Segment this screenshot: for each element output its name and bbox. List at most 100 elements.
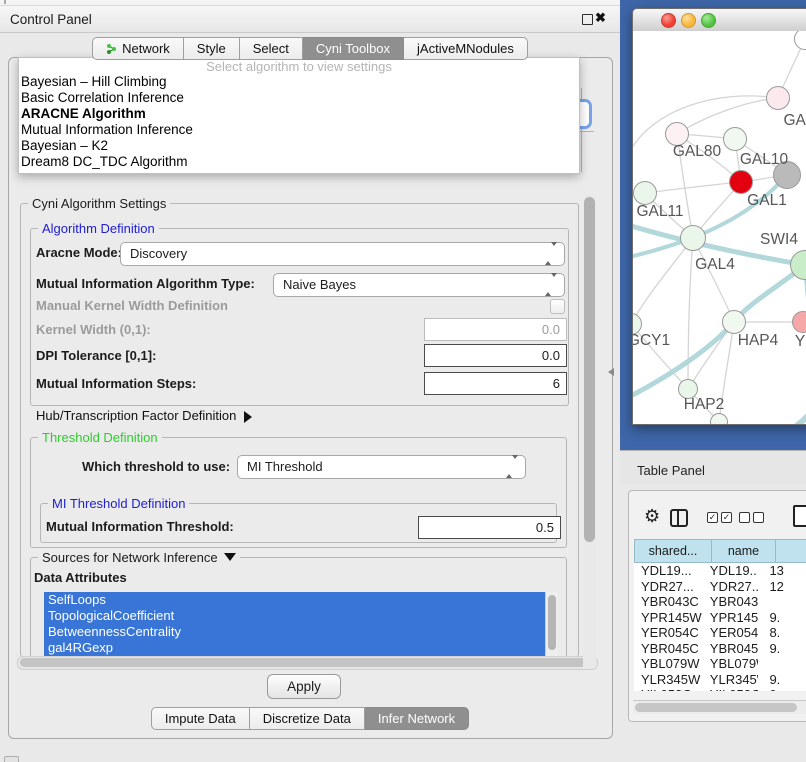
tab-label: Discretize Data <box>263 708 351 729</box>
column-header-extra[interactable] <box>775 539 806 563</box>
table-header-row: shared... name <box>634 539 806 563</box>
attribute-item[interactable]: SelfLoops <box>44 592 545 608</box>
table-row[interactable]: YBR045CYBR045C9. <box>634 641 806 657</box>
gear-icon[interactable]: ⚙ <box>644 507 660 525</box>
toolbar-tick <box>4 0 6 4</box>
close-traffic-light[interactable] <box>661 13 676 28</box>
tab-network[interactable]: Network <box>92 37 184 60</box>
algorithm-option-mutual-information-inference[interactable]: Mutual Information Inference <box>19 122 579 138</box>
attribute-item[interactable]: TopologicalCoefficient <box>44 608 545 624</box>
attributes-scrollbar[interactable] <box>545 592 558 656</box>
stepper-icon <box>506 456 518 478</box>
attribute-item[interactable]: gal4RGexp <box>44 640 545 656</box>
scrollbar-thumb[interactable] <box>548 595 556 650</box>
node-label: GAL <box>783 112 806 130</box>
hub-definition-expander[interactable]: Hub/Transcription Factor Definition <box>36 408 258 423</box>
close-icon[interactable]: ✖ <box>595 10 606 26</box>
tab-style[interactable]: Style <box>184 37 240 60</box>
table-panel-titlebar: Table Panel <box>620 450 806 485</box>
mi-steps-label: Mutual Information Steps: <box>36 376 196 391</box>
algorithm-option-bayesian-k2[interactable]: Bayesian – K2 <box>19 138 579 154</box>
triangle-down-icon[interactable] <box>224 553 236 567</box>
data-attributes-label: Data Attributes <box>34 570 127 585</box>
aracne-mode-select[interactable]: Discovery <box>120 242 565 266</box>
algorithm-option-bayesian-hill-climbing[interactable]: Bayesian – Hill Climbing <box>19 74 579 90</box>
table-cell: YBR043C <box>634 594 702 610</box>
tab-jactivemnodules[interactable]: jActiveMNodules <box>404 37 528 60</box>
scrollbar-thumb[interactable] <box>584 197 595 542</box>
minimize-traffic-light[interactable] <box>681 13 696 28</box>
network-node-gal11[interactable] <box>633 181 657 205</box>
tab-cyni-toolbox[interactable]: Cyni Toolbox <box>303 37 404 60</box>
mi-steps-field[interactable]: 6 <box>424 372 567 395</box>
mi-threshold-label: Mutual Information Threshold: <box>46 519 234 534</box>
minimized-panel-icon[interactable] <box>4 756 19 762</box>
columns-icon[interactable] <box>670 509 688 527</box>
network-canvas[interactable]: GALGAL80GAL10GAL1GAL11GAL4SWI4GCY1HAP4YH… <box>633 31 806 424</box>
table-cell: 13 <box>758 563 806 579</box>
table-row[interactable]: YBR043CYBR043C <box>634 594 806 610</box>
zoom-traffic-light[interactable] <box>701 13 716 28</box>
network-node-gal10[interactable] <box>723 127 747 151</box>
node-label: SWI4 <box>760 231 798 249</box>
tab-label: Network <box>122 38 170 59</box>
table-row[interactable]: YLR345WYLR345W9. <box>634 672 806 688</box>
settings-horizontal-scrollbar[interactable] <box>17 656 598 670</box>
apply-button[interactable]: Apply <box>267 674 341 699</box>
settings-vertical-scrollbar[interactable] <box>583 195 596 668</box>
table-horizontal-scrollbar[interactable] <box>633 700 806 714</box>
tab-select[interactable]: Select <box>240 37 303 60</box>
document-icon[interactable] <box>793 505 806 527</box>
network-node-gal4[interactable] <box>680 225 706 251</box>
scrollbar-thumb[interactable] <box>20 658 592 667</box>
hub-label: Hub/Transcription Factor Definition <box>36 408 236 423</box>
panel-divider-arrow[interactable] <box>604 368 614 376</box>
node-label: GCY1 <box>633 332 670 350</box>
float-icon[interactable] <box>582 14 593 25</box>
select-all-icon[interactable]: ✓✓ <box>707 512 732 523</box>
mi-threshold-field[interactable]: 0.5 <box>418 516 561 539</box>
table-cell: YBR045C <box>702 641 759 657</box>
attribute-item[interactable]: BetweennessCentrality <box>44 624 545 640</box>
table-cell <box>758 594 806 610</box>
tab-label: Cyni Toolbox <box>316 38 390 59</box>
table-row[interactable]: YDL19...YDL19...13 <box>634 563 806 579</box>
table-cell: YBL079W <box>634 656 702 672</box>
tab-label: Infer Network <box>378 708 455 729</box>
tab-infer-network[interactable]: Infer Network <box>365 707 469 730</box>
stepper-icon <box>545 243 557 265</box>
table-cell: YLR345W <box>702 672 759 688</box>
table-row[interactable]: YIL052CYIL052C9 <box>634 687 806 691</box>
tab-impute-data[interactable]: Impute Data <box>151 707 250 730</box>
deselect-all-icon[interactable] <box>739 512 764 523</box>
mi-type-select[interactable]: Naive Bayes <box>273 273 565 297</box>
kernel-width-field[interactable]: 0.0 <box>424 318 567 341</box>
table-row[interactable]: YPR145WYPR145W9. <box>634 610 806 626</box>
dpi-tolerance-field[interactable]: 0.0 <box>424 344 567 367</box>
network-node-gal[interactable] <box>766 86 790 110</box>
network-node-hap4[interactable] <box>722 310 746 334</box>
manual-kernel-checkbox[interactable] <box>550 299 565 314</box>
table-cell: 8. <box>758 625 806 641</box>
table-row[interactable]: YBL079WYBL079W <box>634 656 806 672</box>
table-cell <box>758 656 806 672</box>
tab-discretize-data[interactable]: Discretize Data <box>250 707 365 730</box>
network-window-titlebar[interactable] <box>633 9 806 32</box>
which-threshold-select[interactable]: MI Threshold <box>237 455 526 479</box>
table-row[interactable]: YDR27...YDR27...12 <box>634 579 806 595</box>
scrollbar-thumb[interactable] <box>635 703 797 712</box>
algorithm-prompt: Select algorithm to view settings <box>19 58 579 74</box>
algorithm-option-basic-correlation-inference[interactable]: Basic Correlation Inference <box>19 90 579 106</box>
algorithm-option-aracne-algorithm[interactable]: ARACNE Algorithm <box>19 106 579 122</box>
algorithm-option-dream8-dc-tdc-algorithm[interactable]: Dream8 DC_TDC Algorithm <box>19 154 579 170</box>
column-header-name[interactable]: name <box>711 539 775 563</box>
table-cell: 9. <box>758 672 806 688</box>
table-cell: YER054C <box>634 625 702 641</box>
network-node-gal1[interactable] <box>729 170 753 194</box>
column-header-shared[interactable]: shared... <box>634 539 711 563</box>
network-node[interactable] <box>710 413 728 424</box>
node-label: Y <box>795 333 805 351</box>
table-row[interactable]: YER054CYER054C8. <box>634 625 806 641</box>
table-rows: YDL19...YDL19...13YDR27...YDR27...12YBR0… <box>634 563 806 691</box>
table-cell: YIL052C <box>634 687 702 691</box>
